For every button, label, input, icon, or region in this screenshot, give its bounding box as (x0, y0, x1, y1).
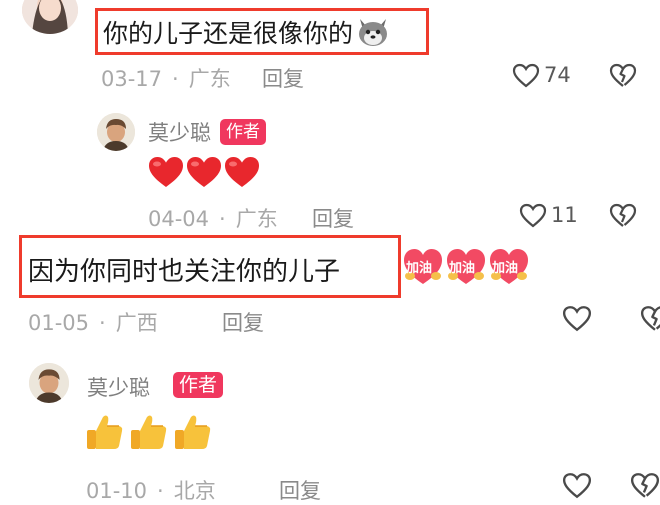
like-heart-icon[interactable] (562, 472, 592, 499)
comment-meta: 03-17 · 广东 (101, 67, 231, 91)
red-heart-emoji (185, 155, 223, 189)
author-badge: 作者 (173, 372, 224, 398)
jiayou-sticker: 加油 (402, 246, 444, 286)
comment-date: 01-10 (86, 479, 148, 503)
broken-heart-icon[interactable] (609, 63, 637, 88)
comment-location: 广西 (115, 311, 158, 335)
reply-button[interactable]: 回复 (262, 63, 304, 93)
reply-button[interactable]: 回复 (222, 307, 264, 337)
thumbs-up-emoji (129, 412, 169, 452)
thumbs-up-emoji (85, 412, 125, 452)
like-count: 11 (551, 203, 578, 227)
author-avatar[interactable] (29, 363, 69, 403)
like-heart-icon[interactable] (562, 305, 592, 332)
like-count: 74 (544, 63, 571, 87)
thumbs-up-emoji (173, 412, 213, 452)
broken-heart-icon[interactable] (640, 305, 660, 332)
sticker-label: 加油 (449, 261, 476, 276)
comment-text: 你的儿子还是很像你的 (103, 19, 354, 48)
broken-heart-icon[interactable] (630, 472, 660, 499)
author-avatar[interactable] (97, 113, 135, 151)
avatar[interactable] (22, 0, 78, 34)
reply-button[interactable]: 回复 (312, 203, 354, 233)
dog-face-emoji (356, 15, 390, 47)
author-badge: 作者 (220, 119, 266, 145)
comment-date: 03-17 (101, 67, 163, 91)
sticker-label: 加油 (492, 261, 519, 276)
comment-date: 04-04 (148, 207, 210, 231)
author-name[interactable]: 莫少聪 (148, 117, 211, 147)
comment-location: 北京 (173, 479, 216, 503)
comment-date: 01-05 (28, 311, 90, 335)
red-heart-emoji (147, 155, 185, 189)
comment-text: 因为你同时也关注你的儿子 (28, 257, 341, 287)
jiayou-sticker: 加油 (445, 246, 487, 286)
comment-location: 广东 (188, 67, 231, 91)
comment-meta: 04-04 · 广东 (148, 207, 278, 231)
comment-meta: 01-05 · 广西 (28, 311, 158, 335)
sticker-label: 加油 (406, 261, 433, 276)
like-heart-icon[interactable] (512, 63, 540, 88)
like-heart-icon[interactable] (519, 203, 547, 228)
comment-location: 广东 (235, 207, 278, 231)
author-name[interactable]: 莫少聪 (87, 372, 150, 402)
red-heart-emoji (223, 155, 261, 189)
broken-heart-icon[interactable] (609, 203, 637, 228)
jiayou-sticker: 加油 (488, 246, 530, 286)
